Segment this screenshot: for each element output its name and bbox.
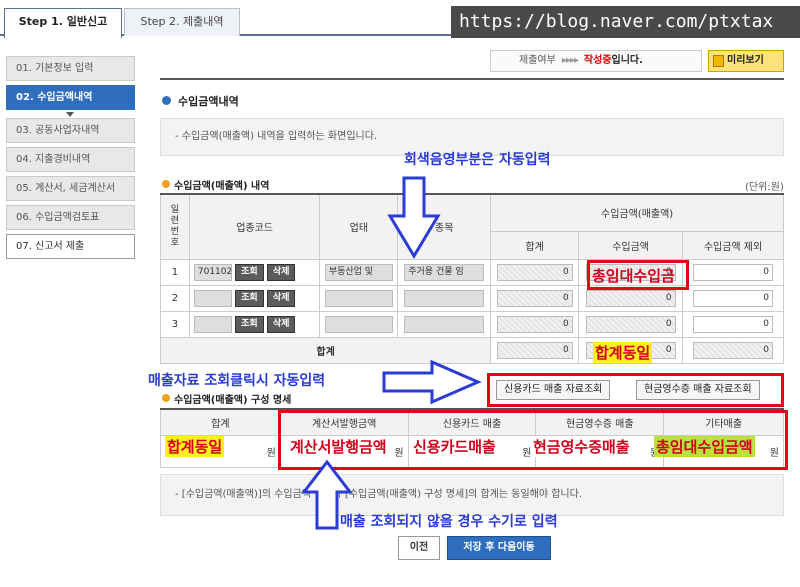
annotation-total-income: 총임대수입금: [592, 267, 675, 285]
annotation-sum-same-1: 합계동일: [593, 342, 653, 363]
annotation-arrows: [300, 176, 482, 530]
annotation-auto-input: 회색음영부분은 자동입력: [404, 152, 551, 168]
annotation-total-income-2: 총임대수입금액: [654, 436, 755, 457]
annotation-invoice-amount: 계산서발행금액: [290, 436, 387, 457]
annotation-manual-input: 매출 조회되지 않을 경우 수기로 입력: [340, 514, 558, 530]
right-arrow-icon: [382, 359, 482, 405]
annotation-lookup-auto: 매출자료 조회클릭시 자동입력: [148, 370, 326, 390]
annotation-sum-same-2: 합계동일: [165, 436, 225, 457]
down-arrow-icon: [387, 176, 441, 259]
annotation-cash-sales: 현금영수증매출: [533, 436, 630, 457]
annotation-card-sales: 신용카드매출: [413, 436, 496, 457]
